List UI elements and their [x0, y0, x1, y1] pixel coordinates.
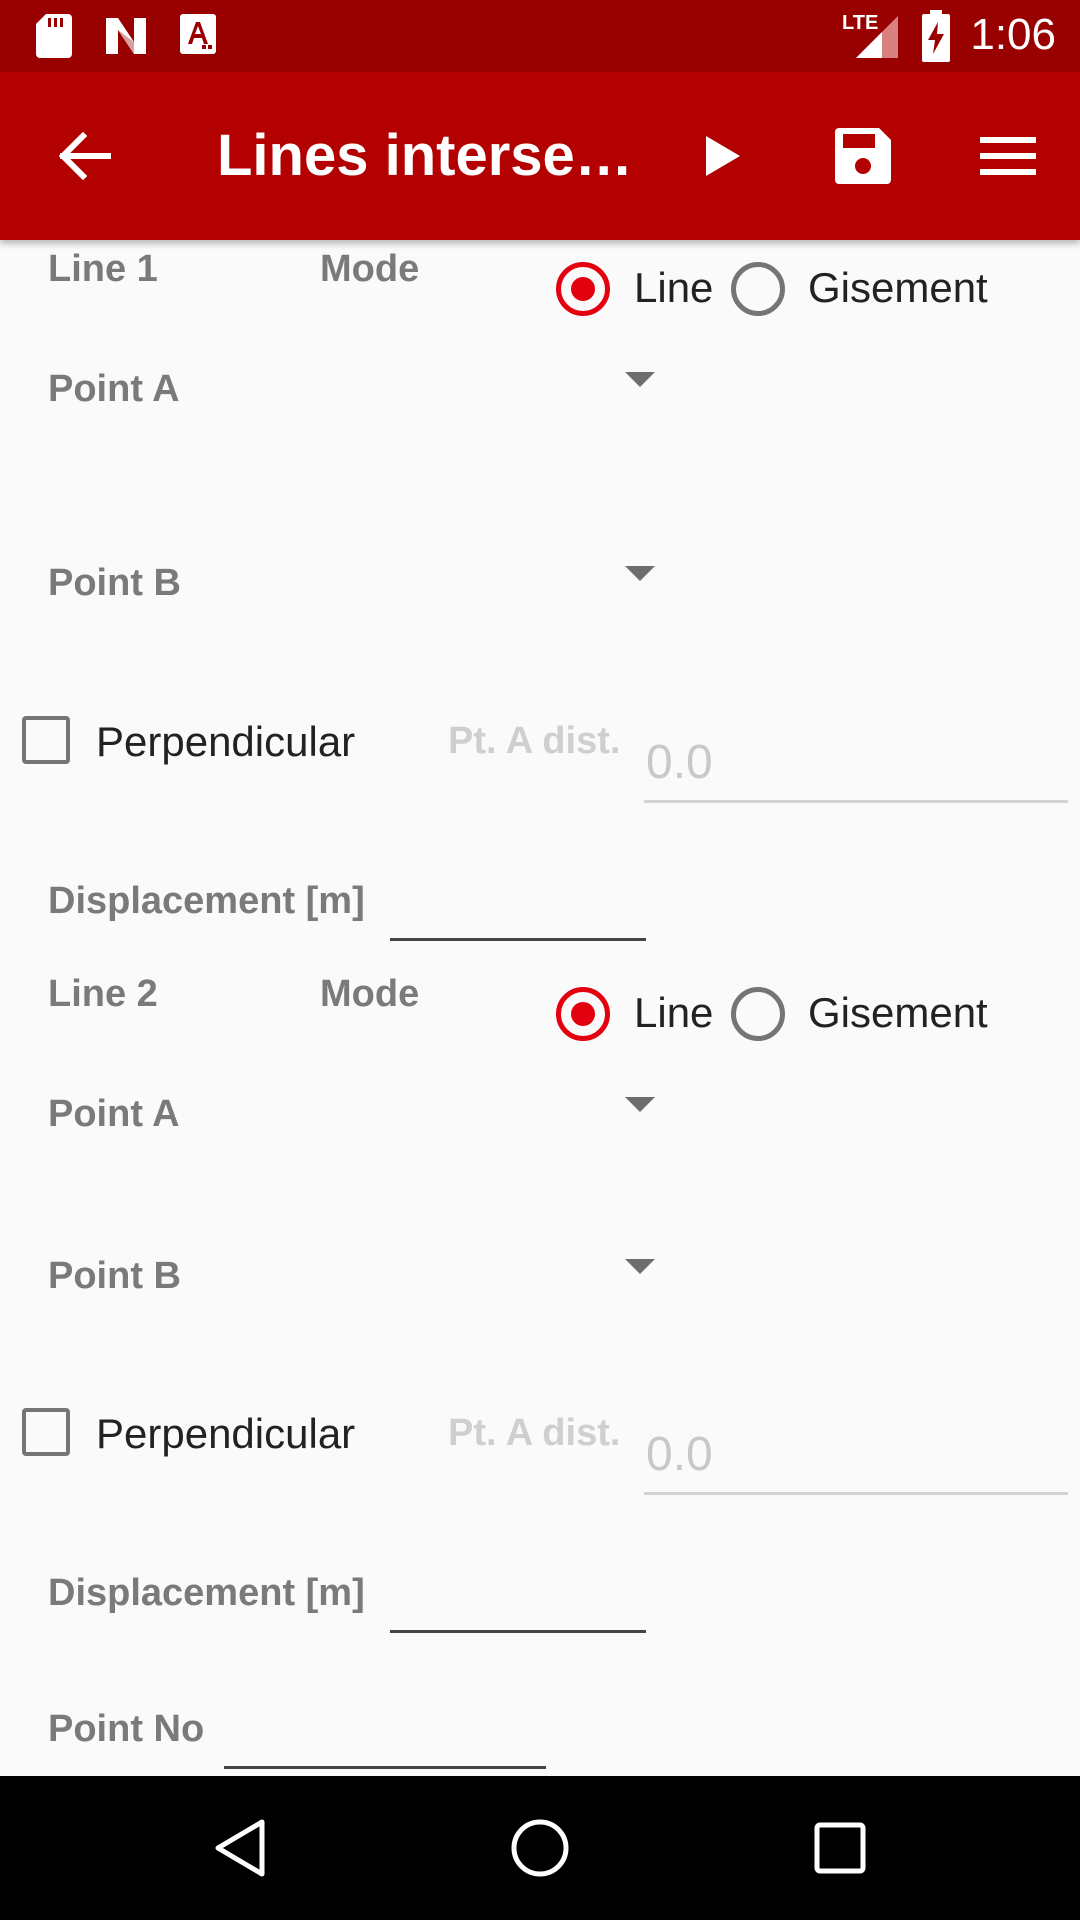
nav-home-button[interactable]: [460, 1776, 620, 1920]
line2-displacement-label: Displacement [m]: [48, 1572, 365, 1614]
line1-point-b-spinner[interactable]: [200, 534, 670, 614]
battery-charging-icon: [922, 10, 950, 62]
line1-mode-line-label[interactable]: Line: [634, 264, 713, 312]
line1-pt-a-dist-label: Pt. A dist.: [448, 720, 621, 762]
home-circle-icon: [511, 1819, 569, 1877]
save-icon: [835, 128, 891, 184]
line1-point-a-label: Point A: [48, 368, 180, 410]
line2-perpendicular-checkbox[interactable]: [22, 1408, 70, 1456]
line1-perpendicular-checkbox[interactable]: [22, 716, 70, 764]
line1-mode-gisement-radio[interactable]: [731, 262, 785, 316]
line2-pt-a-dist-placeholder: 0.0: [646, 1428, 713, 1481]
line2-point-b-spinner[interactable]: [200, 1227, 670, 1307]
menu-button[interactable]: [953, 72, 1063, 240]
line1-pt-a-dist-input[interactable]: 0.0: [644, 720, 1068, 803]
point-no-label: Point No: [48, 1708, 205, 1750]
line2-point-b-label: Point B: [48, 1255, 181, 1297]
form-content: Line 1 Mode Line Gisement Point A Point …: [0, 240, 1080, 1776]
line2-displacement-input[interactable]: [390, 1580, 646, 1633]
chevron-down-icon: [625, 1259, 655, 1274]
line2-mode-gisement-label[interactable]: Gisement: [808, 989, 988, 1037]
nav-recents-button[interactable]: [760, 1776, 920, 1920]
line2-pt-a-dist-label: Pt. A dist.: [448, 1412, 621, 1454]
line2-point-a-label: Point A: [48, 1093, 180, 1135]
line1-pt-a-dist-placeholder: 0.0: [646, 736, 713, 789]
back-triangle-icon: [215, 1819, 265, 1877]
line1-mode-gisement-label[interactable]: Gisement: [808, 264, 988, 312]
line1-mode-label: Mode: [320, 248, 420, 290]
a-notification-icon: [180, 14, 216, 54]
chevron-down-icon: [625, 1097, 655, 1112]
line1-point-b-label: Point B: [48, 562, 181, 604]
line2-perpendicular-label[interactable]: Perpendicular: [96, 1410, 355, 1458]
nav-back-button[interactable]: [160, 1776, 320, 1920]
run-button[interactable]: [668, 72, 778, 240]
line1-mode-line-radio[interactable]: [556, 262, 610, 316]
line2-title: Line 2: [48, 973, 158, 1015]
navigation-bar: [0, 1776, 1080, 1920]
line1-perpendicular-label[interactable]: Perpendicular: [96, 718, 355, 766]
chevron-down-icon: [625, 566, 655, 581]
recents-square-icon: [814, 1822, 866, 1874]
line1-displacement-input[interactable]: [390, 888, 646, 941]
chevron-down-icon: [625, 372, 655, 387]
n-notification-icon: [106, 18, 146, 54]
status-time: 1:06: [970, 10, 1056, 59]
line2-mode-gisement-radio[interactable]: [731, 987, 785, 1041]
line1-displacement-label: Displacement [m]: [48, 880, 365, 922]
line1-title: Line 1: [48, 248, 158, 290]
line2-mode-line-label[interactable]: Line: [634, 989, 713, 1037]
page-title: Lines interse…: [217, 123, 633, 188]
line1-point-a-spinner[interactable]: [200, 340, 670, 420]
line2-pt-a-dist-input[interactable]: 0.0: [644, 1412, 1068, 1495]
point-no-input[interactable]: [224, 1716, 546, 1769]
lte-signal-icon: [856, 16, 898, 58]
status-bar: LTE 1:06: [0, 0, 1080, 72]
back-button[interactable]: [30, 72, 140, 240]
line2-mode-line-radio[interactable]: [556, 987, 610, 1041]
line2-mode-label: Mode: [320, 973, 420, 1015]
menu-icon: [980, 137, 1036, 175]
app-toolbar: Lines interse…: [0, 72, 1080, 240]
line2-point-a-spinner[interactable]: [200, 1065, 670, 1145]
sd-card-icon: [36, 14, 72, 58]
play-icon: [706, 136, 740, 176]
back-arrow-icon: [59, 132, 111, 180]
save-button[interactable]: [808, 72, 918, 240]
